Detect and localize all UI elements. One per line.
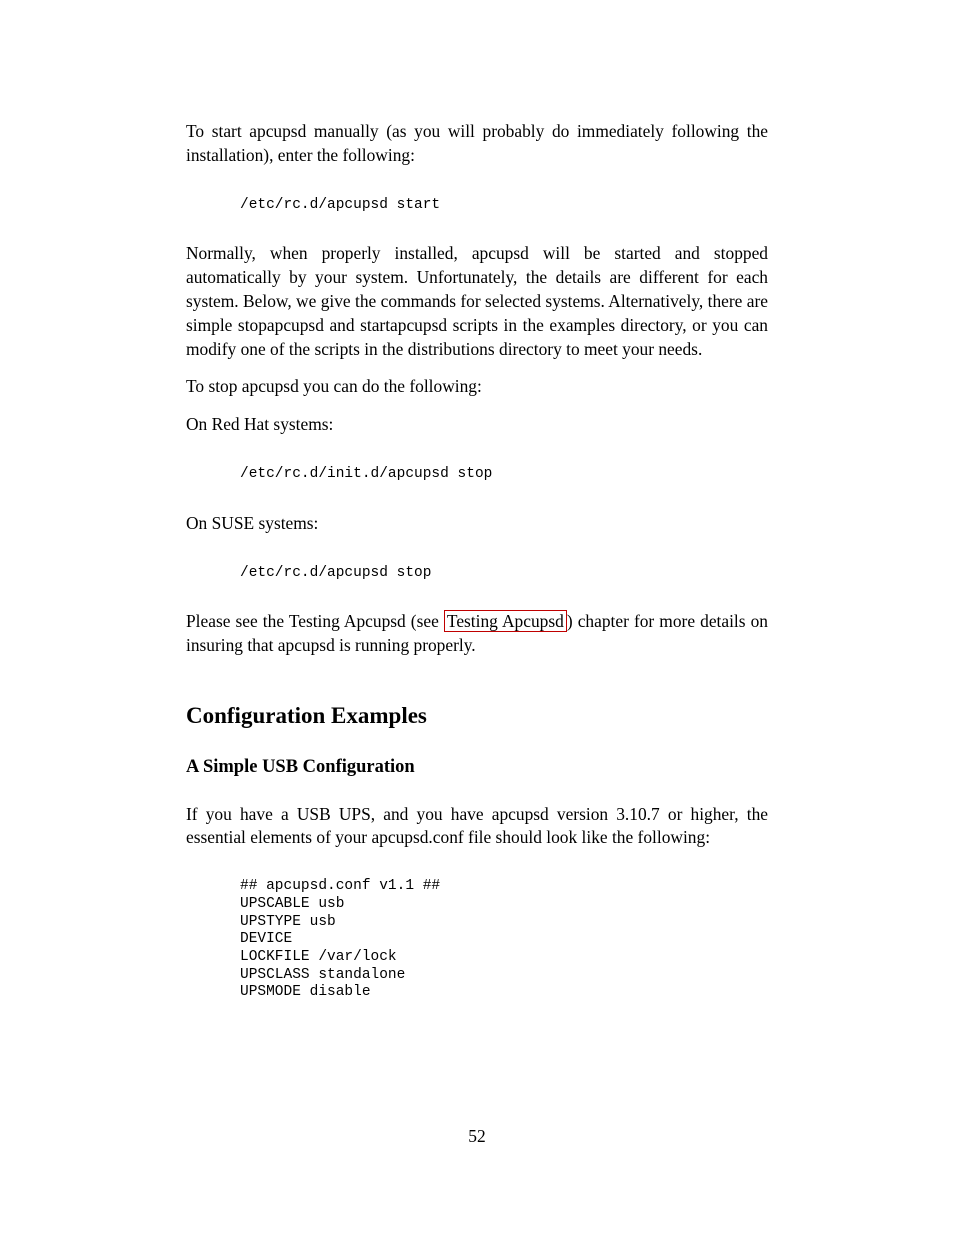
code-block-conf: ## apcupsd.conf v1.1 ## UPSCABLE usb UPS… (240, 878, 768, 1002)
document-page: To start apcupsd manually (as you will p… (0, 0, 954, 1235)
code-block-redhat-stop: /etc/rc.d/init.d/apcupsd stop (240, 465, 768, 484)
page-number: 52 (0, 1125, 954, 1149)
paragraph-redhat: On Red Hat systems: (186, 413, 768, 437)
paragraph-suse: On SUSE systems: (186, 512, 768, 536)
section-heading-config-examples: Configuration Examples (186, 700, 768, 732)
subsection-heading-usb-config: A Simple USB Configuration (186, 755, 768, 780)
paragraph: Normally, when properly installed, apcup… (186, 242, 768, 361)
paragraph: To start apcupsd manually (as you will p… (186, 120, 768, 168)
code-block-start: /etc/rc.d/apcupsd start (240, 196, 768, 215)
paragraph: If you have a USB UPS, and you have apcu… (186, 803, 768, 851)
text-span: Please see the Testing Apcupsd (see (186, 611, 444, 631)
testing-apcupsd-link[interactable]: Testing Apcupsd (444, 610, 567, 632)
code-block-suse-stop: /etc/rc.d/apcupsd stop (240, 564, 768, 583)
paragraph: To stop apcupsd you can do the following… (186, 375, 768, 399)
paragraph-testing: Please see the Testing Apcupsd (see Test… (186, 610, 768, 658)
